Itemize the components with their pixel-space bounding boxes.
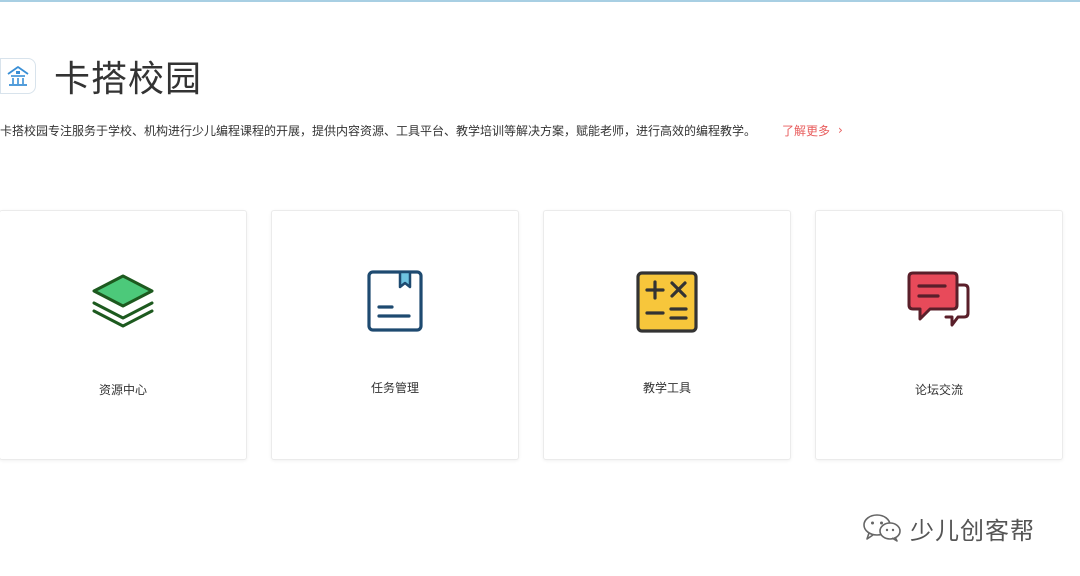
card-task-management[interactable]: 任务管理 (271, 210, 519, 460)
learn-more-label: 了解更多 (782, 123, 831, 138)
card-teaching-tools[interactable]: 教学工具 (543, 210, 791, 460)
bookmark-document-icon (367, 270, 423, 332)
wechat-icon (863, 514, 901, 542)
intro-row: 卡搭校园专注服务于学校、机构进行少儿编程课程的开展，提供内容资源、工具平台、教学… (0, 121, 843, 139)
chevron-right-icon: › (838, 123, 843, 137)
learn-more-link[interactable]: 了解更多 › (782, 122, 843, 139)
page-title: 卡搭校园 (54, 59, 203, 100)
logo[interactable] (0, 58, 36, 94)
chat-bubbles-icon (907, 271, 970, 327)
calculator-icon (636, 271, 698, 333)
page-header: 卡搭校园 (0, 52, 202, 100)
watermark: 少儿创客帮 (862, 512, 1035, 545)
school-building-icon (7, 66, 29, 86)
layers-icon (92, 274, 154, 328)
card-forum[interactable]: 论坛交流 (815, 210, 1063, 460)
card-label: 任务管理 (370, 381, 419, 395)
card-resource-center[interactable]: 资源中心 (0, 210, 247, 460)
card-label: 论坛交流 (914, 383, 963, 397)
watermark-text: 少儿创客帮 (910, 516, 1035, 545)
card-label: 资源中心 (98, 383, 147, 397)
intro-description: 卡搭校园专注服务于学校、机构进行少儿编程课程的开展，提供内容资源、工具平台、教学… (0, 123, 757, 138)
top-border (0, 0, 1080, 2)
card-label: 教学工具 (642, 381, 691, 395)
